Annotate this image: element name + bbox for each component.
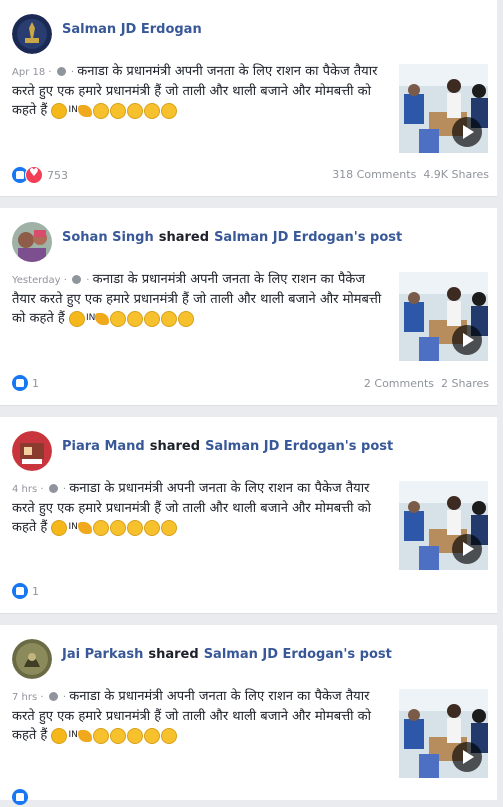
comments-link[interactable]: 318 Comments	[332, 168, 416, 181]
globe-icon	[48, 484, 58, 493]
author-link[interactable]: Sohan Singh	[62, 230, 154, 245]
source-post-link[interactable]: Salman JD Erdogan's post	[214, 230, 402, 245]
emoji-icon	[126, 727, 143, 744]
play-icon[interactable]	[452, 742, 482, 772]
shared-label: shared	[158, 230, 210, 245]
emoji-icon	[144, 310, 161, 327]
play-icon[interactable]	[452, 534, 482, 564]
emoji-icon	[143, 727, 160, 744]
reaction-summary[interactable]: 1	[12, 583, 39, 601]
play-icon[interactable]	[452, 325, 482, 355]
emoji-icon	[126, 102, 143, 119]
thinking-emoji-icon	[68, 310, 85, 327]
shared-label: shared	[148, 647, 199, 662]
post-text: 7 hrs · · कनाडा के प्रधानमंत्री अपनी जनत…	[12, 689, 371, 744]
post-card: Sohan Singh shared Salman JD Erdogan's pos…	[0, 208, 497, 406]
timestamp-link[interactable]: Apr 18	[12, 67, 45, 78]
reaction-count: 1	[32, 584, 39, 598]
emoji-icon	[109, 102, 126, 119]
play-icon[interactable]	[452, 117, 482, 147]
avatar[interactable]	[12, 431, 52, 471]
globe-icon	[72, 275, 82, 284]
emoji-icon	[126, 519, 143, 536]
in-label: IN	[68, 522, 78, 532]
emoji-icon	[92, 519, 109, 536]
writing-hand-emoji-icon	[77, 729, 92, 742]
love-icon	[25, 166, 43, 184]
emoji-icon	[109, 519, 126, 536]
post-card: Salman JD Erdogan Apr 18 · · कनाडा के प्…	[0, 0, 497, 197]
source-post-link[interactable]: Salman JD Erdogan's post	[205, 439, 393, 454]
timestamp-link[interactable]: 7 hrs	[12, 692, 37, 703]
source-post-link[interactable]: Salman JD Erdogan's post	[204, 647, 392, 662]
post-header: Sohan Singh shared Salman JD Erdogan's pos…	[62, 230, 402, 245]
writing-hand-emoji-icon	[95, 312, 110, 325]
post-header: Salman JD Erdogan	[62, 22, 202, 37]
emoji-icon	[160, 519, 177, 536]
post-header: Piara Mand shared Salman JD Erdogan's post	[62, 439, 393, 454]
shares-link[interactable]: 4.9K Shares	[423, 168, 489, 181]
video-thumbnail[interactable]	[399, 481, 488, 570]
like-icon	[12, 789, 28, 805]
in-label: IN	[68, 105, 78, 115]
avatar[interactable]	[12, 14, 52, 54]
writing-hand-emoji-icon	[77, 521, 92, 534]
comments-link[interactable]: 2 Comments	[364, 377, 434, 390]
writing-hand-emoji-icon	[77, 104, 92, 117]
emoji-icon	[110, 310, 127, 327]
globe-icon	[48, 692, 58, 701]
emoji-icon	[160, 727, 177, 744]
emoji-icon	[160, 102, 177, 119]
in-label: IN	[68, 730, 78, 740]
author-link[interactable]: Jai Parkash	[62, 647, 143, 662]
emoji-icon	[178, 310, 195, 327]
like-icon	[12, 583, 28, 599]
post-text: 4 hrs · · कनाडा के प्रधानमंत्री अपनी जनत…	[12, 481, 371, 536]
reaction-count: 753	[47, 168, 68, 182]
post-card: Piara Mand shared Salman JD Erdogan's post…	[0, 417, 497, 614]
video-thumbnail[interactable]	[399, 64, 488, 153]
author-link[interactable]: Salman JD Erdogan	[62, 22, 202, 37]
post-header: Jai Parkash shared Salman JD Erdogan's pos…	[62, 647, 392, 662]
shares-link[interactable]: 2 Shares	[441, 377, 489, 390]
emoji-icon	[92, 727, 109, 744]
post-card: Jai Parkash shared Salman JD Erdogan's pos…	[0, 625, 497, 805]
reaction-count: 1	[32, 376, 39, 390]
emoji-icon	[161, 310, 178, 327]
post-text: Yesterday · · कनाडा के प्रधानमंत्री अपनी…	[12, 272, 382, 327]
author-link[interactable]: Piara Mand	[62, 439, 145, 454]
shared-label: shared	[149, 439, 201, 454]
emoji-icon	[92, 102, 109, 119]
thinking-emoji-icon	[51, 519, 68, 536]
post-text: Apr 18 · · कनाडा के प्रधानमंत्री अपनी जन…	[12, 64, 378, 119]
emoji-icon	[143, 102, 160, 119]
thinking-emoji-icon	[51, 727, 68, 744]
thinking-emoji-icon	[51, 102, 68, 119]
timestamp-link[interactable]: Yesterday	[12, 275, 61, 286]
video-thumbnail[interactable]	[399, 689, 488, 778]
emoji-icon	[143, 519, 160, 536]
emoji-icon	[109, 727, 126, 744]
reaction-summary[interactable]	[12, 789, 28, 807]
reaction-summary[interactable]: 753	[12, 166, 68, 184]
avatar[interactable]	[12, 639, 52, 679]
like-icon	[12, 375, 28, 391]
globe-icon	[56, 67, 66, 76]
timestamp-link[interactable]: 4 hrs	[12, 484, 37, 495]
video-thumbnail[interactable]	[399, 272, 488, 361]
emoji-icon	[127, 310, 144, 327]
avatar[interactable]	[12, 222, 52, 262]
reaction-summary[interactable]: 1	[12, 375, 39, 393]
in-label: IN	[85, 313, 96, 323]
